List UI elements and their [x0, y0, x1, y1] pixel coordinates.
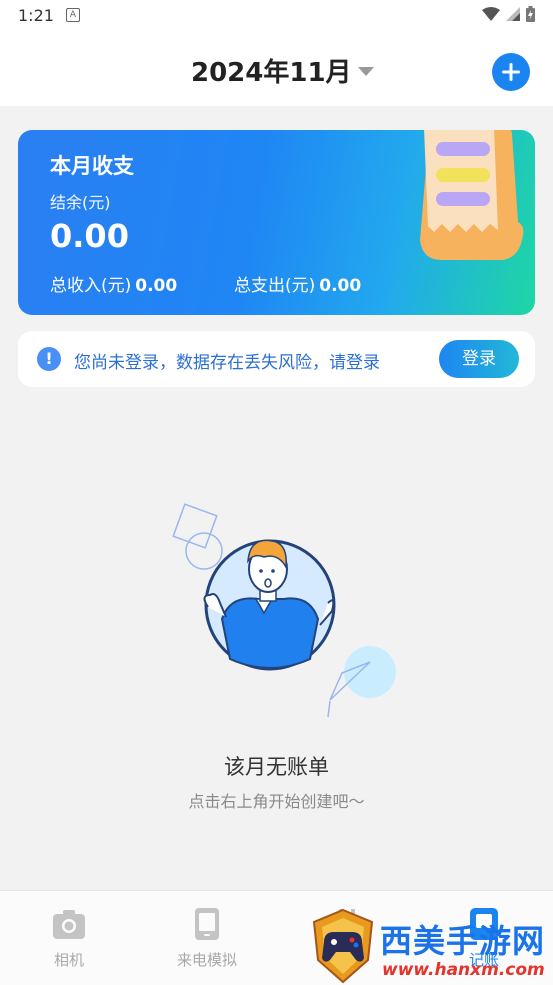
summary-title: 本月收支	[50, 154, 134, 178]
nav-label-call-sim: 来电模拟	[176, 951, 237, 969]
login-notice-text: 您尚未登录，数据存在丢失风险，请登录	[74, 353, 380, 373]
empty-state-illustration-icon	[172, 503, 396, 718]
nav-label-camera: 相机	[53, 951, 84, 969]
expense-summary: 总支出(元) 0.00	[234, 271, 361, 296]
nav-item-call-sim[interactable]: 来电模拟	[157, 907, 257, 970]
wifi-icon	[482, 7, 500, 21]
camera-icon	[53, 910, 85, 939]
empty-state-title: 该月无账单	[224, 755, 329, 779]
balance-label: 结余(元)	[50, 193, 111, 212]
gamepad-shield-logo-icon	[312, 908, 374, 984]
phone-icon	[195, 908, 219, 940]
watermark-text: 西美手游网	[380, 922, 546, 960]
income-label: 总收入(元)	[50, 276, 132, 296]
expense-value: 0.00	[319, 276, 362, 296]
status-bar: 1:21 A	[0, 0, 553, 30]
battery-icon	[526, 6, 535, 22]
site-watermark: 西美手游网 www.hanxm.com	[310, 908, 553, 984]
income-summary: 总收入(元) 0.00	[50, 271, 177, 296]
receipt-illustration-icon	[420, 130, 524, 260]
balance-value: 0.00	[50, 217, 129, 255]
info-icon: !	[37, 347, 61, 371]
monthly-summary-card: 本月收支 结余(元) 0.00 总收入(元) 0.00 总支出(元) 0.00	[18, 130, 535, 315]
nav-item-camera[interactable]: 相机	[19, 907, 119, 970]
empty-state-subtitle: 点击右上角开始创建吧～	[188, 792, 365, 811]
month-selector[interactable]: 2024年11月	[191, 52, 374, 89]
add-bill-button[interactable]	[492, 53, 530, 91]
watermark-url: www.hanxm.com	[382, 960, 545, 980]
status-time: 1:21	[18, 6, 54, 25]
login-button[interactable]: 登录	[439, 340, 519, 378]
login-notice: ! 您尚未登录，数据存在丢失风险，请登录 登录	[18, 331, 535, 387]
expense-label: 总支出(元)	[234, 276, 316, 296]
system-icons	[482, 6, 535, 22]
signal-icon	[506, 7, 520, 21]
income-value: 0.00	[135, 276, 178, 296]
caret-down-icon	[357, 67, 374, 76]
month-label: 2024年11月	[191, 58, 352, 88]
plus-icon	[502, 63, 520, 81]
notification-badge-icon: A	[66, 8, 80, 22]
header: 2024年11月	[0, 30, 553, 106]
